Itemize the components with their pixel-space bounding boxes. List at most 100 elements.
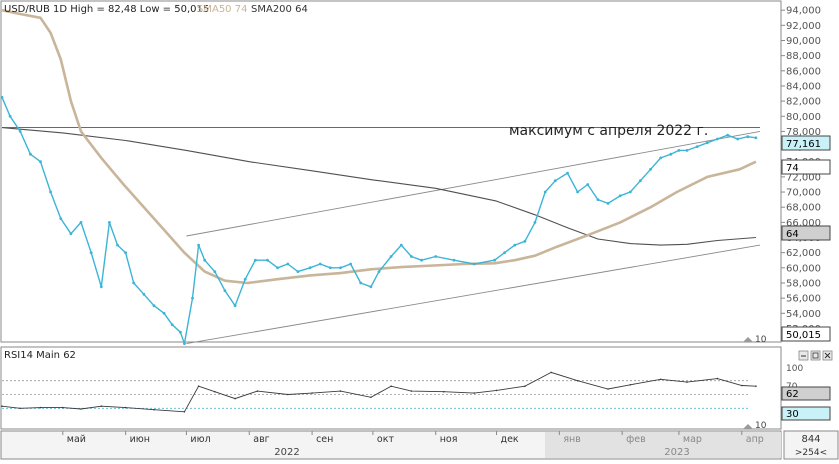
price-point — [726, 133, 729, 137]
rsi-point — [741, 384, 743, 387]
rsi-point — [410, 390, 413, 392]
rsi-panel[interactable] — [0, 346, 782, 430]
rsi-point — [659, 378, 662, 381]
bar-count: 844 — [801, 434, 820, 445]
y-tick-label: 54,000 — [786, 309, 821, 320]
price-point — [276, 266, 279, 270]
price-point — [318, 262, 322, 266]
price-point — [746, 135, 750, 139]
price-point — [533, 221, 537, 224]
rsi-point — [39, 406, 42, 409]
price-point — [49, 190, 52, 194]
price-point — [543, 190, 547, 194]
year-2023: 2023 — [664, 447, 689, 458]
price-point — [99, 285, 103, 289]
price-point — [566, 171, 569, 175]
price-point — [639, 179, 642, 183]
month-label-7: дек — [501, 434, 519, 445]
y-tick-label: 70,000 — [786, 188, 821, 199]
price-point — [523, 239, 527, 243]
rsi-point — [62, 406, 64, 409]
low-price-value: 50,015 — [786, 330, 821, 341]
panel-controls[interactable] — [798, 350, 833, 361]
price-point — [152, 304, 156, 308]
y-tick-label: 94,000 — [786, 6, 821, 17]
price-point — [39, 160, 42, 164]
sma200-label: SMA200 64 — [251, 4, 308, 15]
price-point — [59, 217, 63, 221]
rsi-point — [100, 405, 103, 408]
rsi-point — [311, 392, 313, 394]
y-tick-label: 84,000 — [786, 81, 821, 92]
price-point — [116, 243, 119, 247]
price-point — [513, 243, 517, 247]
rsi-point — [214, 390, 216, 393]
y-tick-label: 56,000 — [786, 294, 821, 305]
rsi-label: RSI14 Main 62 — [4, 350, 76, 361]
rsi-point — [443, 390, 445, 393]
price-point — [596, 198, 600, 202]
price-point — [132, 281, 136, 285]
price-point — [359, 281, 363, 285]
price-point — [170, 323, 174, 327]
last-price-value: 77,161 — [786, 139, 821, 150]
sma50-value: 74 — [786, 163, 799, 174]
rsi-point — [197, 385, 200, 388]
month-label-4: сен — [316, 434, 333, 445]
price-point — [659, 156, 663, 160]
rsi-point — [153, 408, 155, 411]
price-point — [233, 304, 237, 308]
price-point — [399, 243, 403, 247]
price-panel[interactable] — [0, 0, 782, 343]
price-point — [203, 258, 207, 262]
rsi-tick-100: 100 — [786, 364, 803, 374]
price-point — [677, 149, 681, 152]
price-point — [716, 137, 719, 141]
price-point — [452, 258, 456, 262]
month-label-3: авг — [253, 434, 269, 445]
y-tick-label: 80,000 — [786, 112, 821, 123]
price-point — [162, 311, 166, 315]
price-point — [8, 114, 12, 118]
price-point — [253, 258, 257, 262]
price-point — [213, 270, 217, 273]
rsi-point — [629, 384, 632, 386]
price-point — [179, 330, 182, 334]
price-point — [493, 258, 496, 262]
price-point — [434, 255, 438, 258]
y-tick-label: 88,000 — [786, 51, 821, 62]
price-point — [377, 270, 381, 273]
month-label-2: июл — [190, 434, 210, 445]
rsi-point — [716, 377, 719, 380]
month-label-6: ноя — [440, 434, 458, 445]
price-point — [586, 183, 590, 186]
rsi-point — [234, 397, 236, 400]
price-point — [69, 232, 73, 236]
y-tick-label: 90,000 — [786, 36, 821, 47]
rsi-point — [550, 371, 552, 374]
rsi-point — [19, 407, 22, 410]
rsi-point — [473, 392, 476, 394]
month-label-8: янв — [563, 434, 581, 445]
month-label-10: мар — [683, 434, 702, 445]
rsi-point — [256, 390, 259, 392]
price-point — [223, 289, 227, 292]
price-point — [89, 251, 93, 255]
month-label-9: фев — [626, 434, 646, 445]
price-point — [576, 190, 579, 194]
price-chart[interactable]: 52,00054,00056,00058,00060,00062,00064,0… — [0, 0, 839, 460]
rsi-point — [686, 381, 688, 383]
rsi-level: 30 — [786, 409, 799, 420]
price-point — [389, 255, 393, 258]
rsi-point — [755, 385, 757, 388]
nav-control[interactable]: >254< — [795, 448, 827, 458]
price-point — [410, 255, 413, 258]
price-point — [503, 251, 506, 255]
rsi-point — [524, 385, 526, 388]
price-point — [618, 194, 622, 198]
rsi-point — [183, 411, 186, 413]
price-point — [286, 262, 290, 266]
price-point — [308, 266, 312, 270]
price-point — [197, 243, 201, 247]
maximize-panel-icon[interactable] — [810, 350, 821, 361]
